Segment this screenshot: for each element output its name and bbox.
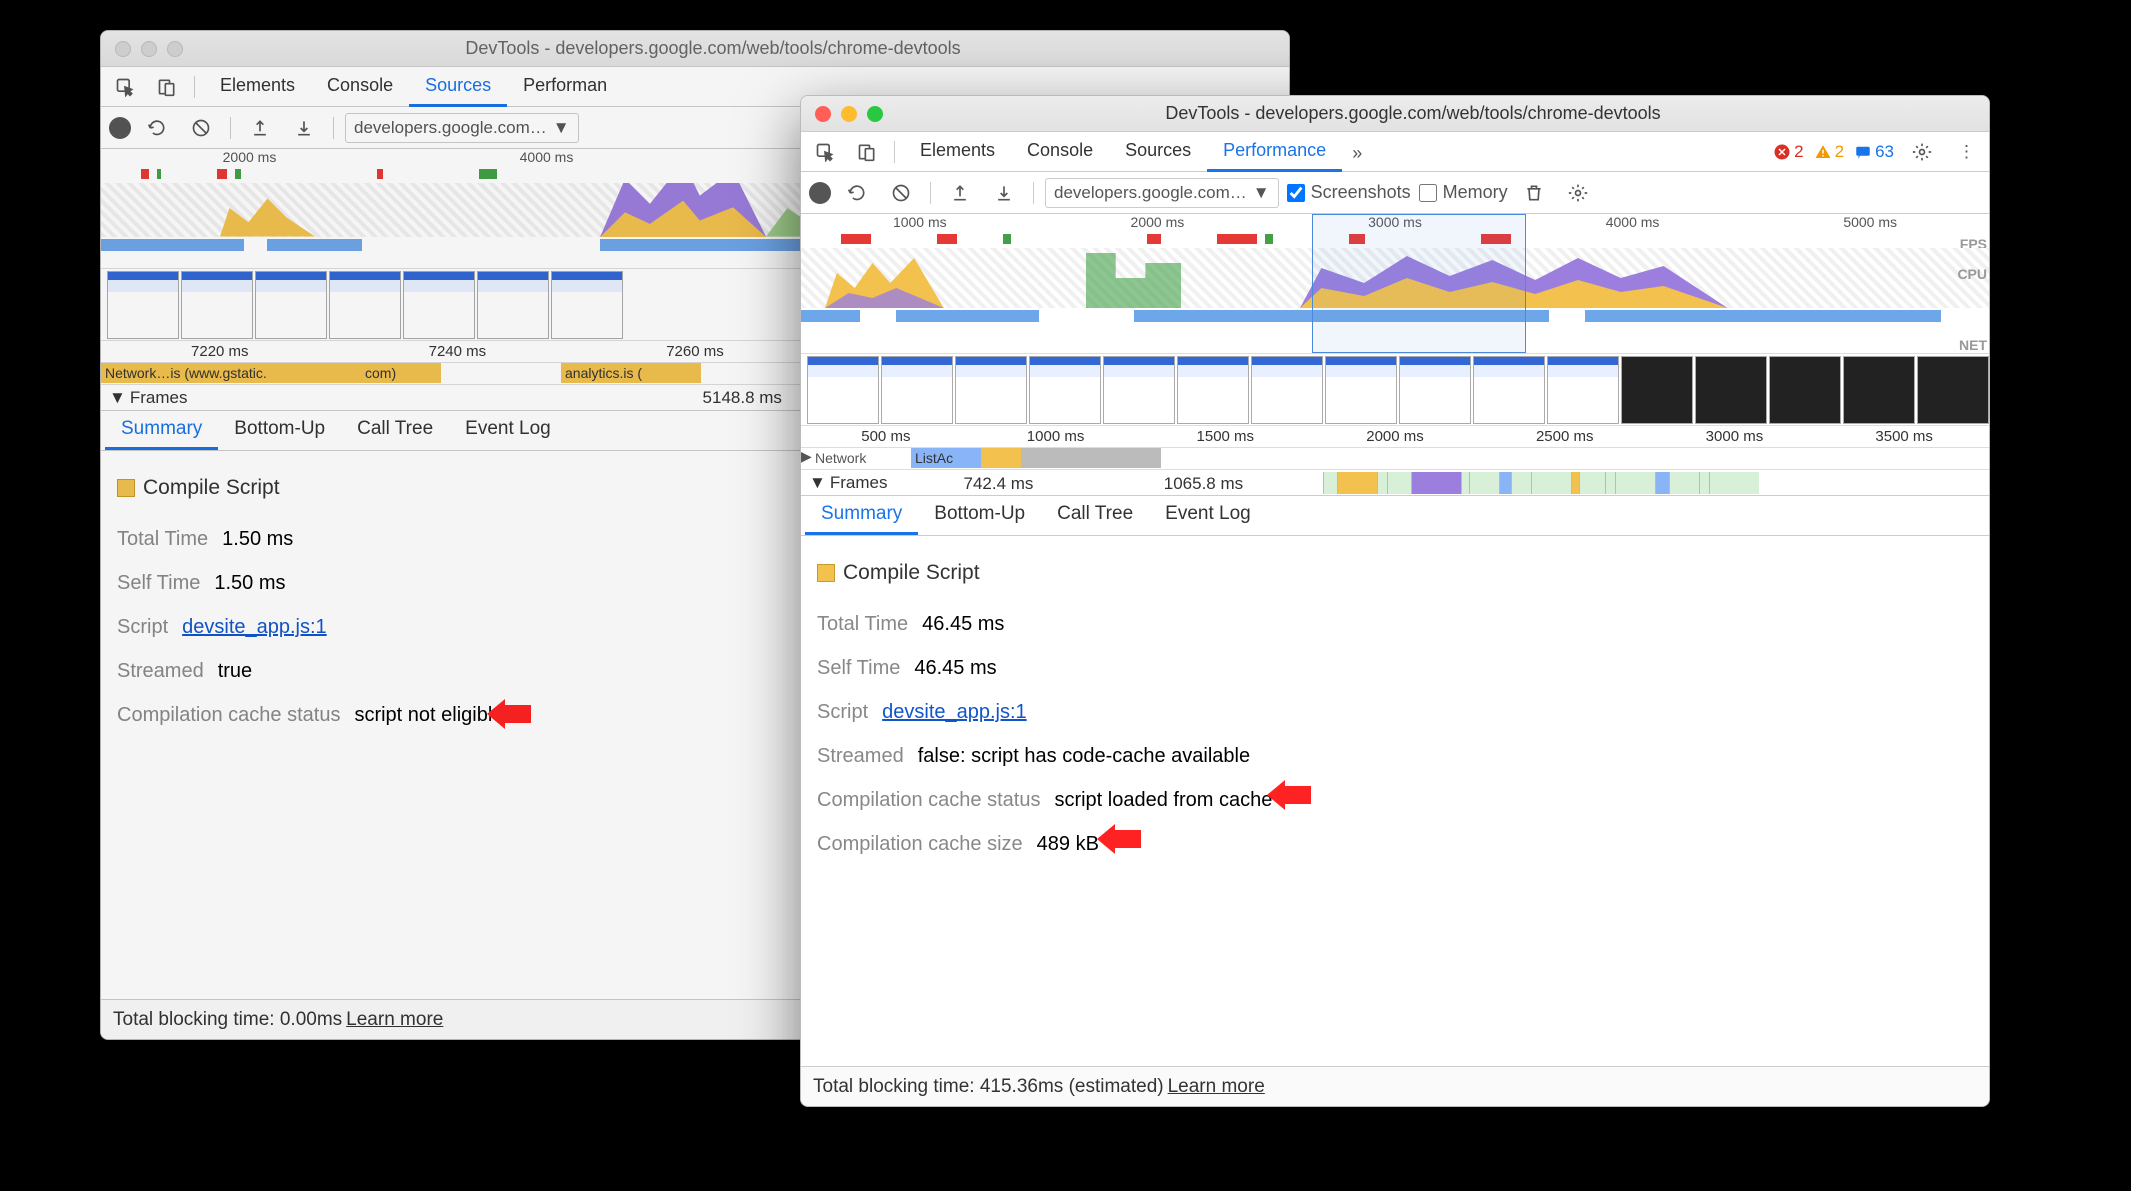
cpu-label: CPU: [1957, 266, 1987, 282]
flame-network-row[interactable]: ▶ Network ListAc: [801, 448, 1989, 470]
inspect-icon[interactable]: [807, 136, 843, 168]
learn-more-link[interactable]: Learn more: [346, 1009, 443, 1031]
gear-icon[interactable]: [1560, 177, 1596, 209]
window-title: DevTools - developers.google.com/web/too…: [197, 38, 1289, 59]
window-title: DevTools - developers.google.com/web/too…: [897, 103, 1989, 124]
net-label: NET: [1959, 337, 1987, 353]
recording-selector[interactable]: developers.google.com… ▼: [1045, 178, 1279, 208]
tab-performance[interactable]: Performance: [1207, 130, 1342, 172]
dtab-bottomup[interactable]: Bottom-Up: [918, 495, 1041, 535]
messages-badge: 63: [1854, 142, 1894, 162]
detail-ruler: 500 ms1000 ms1500 ms2000 ms2500 ms3000 m…: [801, 426, 1989, 448]
screenshot-thumbnails[interactable]: [801, 354, 1989, 426]
dtab-summary[interactable]: Summary: [805, 495, 918, 535]
main-toolbar: Elements Console Sources Performance » 2…: [801, 132, 1989, 172]
download-icon[interactable]: [286, 112, 322, 144]
chevron-down-icon: ▼: [1253, 183, 1270, 203]
learn-more-link[interactable]: Learn more: [1168, 1076, 1265, 1098]
reload-icon[interactable]: [839, 177, 875, 209]
download-icon[interactable]: [986, 177, 1022, 209]
tab-elements[interactable]: Elements: [204, 65, 311, 107]
script-link[interactable]: devsite_app.js:1: [182, 616, 327, 638]
recording-selector[interactable]: developers.google.com… ▼: [345, 113, 579, 143]
dtab-calltree[interactable]: Call Tree: [1041, 495, 1149, 535]
devtools-window-front: DevTools - developers.google.com/web/too…: [800, 95, 1990, 1107]
warning-badge: 2: [1814, 142, 1844, 162]
clear-icon[interactable]: [883, 177, 919, 209]
dtab-summary[interactable]: Summary: [105, 410, 218, 450]
chevron-down-icon: ▼: [809, 473, 826, 493]
tab-performance[interactable]: Performan: [507, 65, 623, 107]
detail-tabs: Summary Bottom-Up Call Tree Event Log: [801, 496, 1989, 536]
kebab-icon[interactable]: ⋮: [1950, 136, 1983, 168]
gear-icon[interactable]: [1904, 136, 1940, 168]
dtab-eventlog[interactable]: Event Log: [1149, 495, 1267, 535]
clear-icon[interactable]: [183, 112, 219, 144]
script-link[interactable]: devsite_app.js:1: [882, 701, 1027, 723]
record-icon[interactable]: [809, 182, 831, 204]
memory-checkbox[interactable]: Memory: [1419, 182, 1508, 203]
panel-tabs: Elements Console Sources Performan: [204, 67, 623, 107]
annotation-arrow-icon: [1097, 824, 1141, 854]
annotation-arrow-icon: [1267, 780, 1311, 810]
tab-sources[interactable]: Sources: [1109, 130, 1207, 172]
upload-icon[interactable]: [942, 177, 978, 209]
dtab-bottomup[interactable]: Bottom-Up: [218, 410, 341, 450]
tab-elements[interactable]: Elements: [904, 130, 1011, 172]
traffic-lights: [101, 41, 197, 57]
error-badge: 2: [1773, 142, 1803, 162]
inspect-icon[interactable]: [107, 71, 143, 103]
tab-console[interactable]: Console: [1011, 130, 1109, 172]
minimize-icon[interactable]: [841, 106, 857, 122]
record-icon[interactable]: [109, 117, 131, 139]
summary-panel-front: Compile Script Total Time46.45 ms Self T…: [801, 536, 1989, 880]
tab-console[interactable]: Console: [311, 65, 409, 107]
minimize-icon[interactable]: [141, 41, 157, 57]
annotation-arrow-icon: [487, 699, 531, 729]
overview-front[interactable]: 1000 ms2000 ms3000 ms4000 ms5000 ms FPS …: [801, 214, 1989, 354]
upload-icon[interactable]: [242, 112, 278, 144]
chevron-down-icon: ▼: [553, 118, 570, 138]
close-icon[interactable]: [115, 41, 131, 57]
console-badges[interactable]: 2 2 63 ⋮: [1773, 136, 1983, 168]
perf-toolbar-front: developers.google.com… ▼ Screenshots Mem…: [801, 172, 1989, 214]
status-footer: Total blocking time: 415.36ms (estimated…: [801, 1066, 1989, 1106]
device-toggle-icon[interactable]: [149, 71, 185, 103]
dtab-calltree[interactable]: Call Tree: [341, 410, 449, 450]
trash-icon[interactable]: [1516, 177, 1552, 209]
panel-tabs: Elements Console Sources Performance »: [904, 132, 1372, 172]
device-toggle-icon[interactable]: [849, 136, 885, 168]
zoom-icon[interactable]: [867, 106, 883, 122]
titlebar-back: DevTools - developers.google.com/web/too…: [101, 31, 1289, 67]
overview-ruler: 1000 ms2000 ms3000 ms4000 ms5000 ms: [801, 214, 1989, 234]
more-tabs-icon[interactable]: »: [1342, 135, 1372, 172]
tab-sources[interactable]: Sources: [409, 65, 507, 107]
traffic-lights: [801, 106, 897, 122]
dtab-eventlog[interactable]: Event Log: [449, 410, 567, 450]
close-icon[interactable]: [815, 106, 831, 122]
zoom-icon[interactable]: [167, 41, 183, 57]
category-color-chip: [817, 564, 835, 582]
chevron-down-icon: ▼: [109, 388, 126, 408]
reload-icon[interactable]: [139, 112, 175, 144]
titlebar-front: DevTools - developers.google.com/web/too…: [801, 96, 1989, 132]
category-color-chip: [117, 479, 135, 497]
screenshots-checkbox[interactable]: Screenshots: [1287, 182, 1411, 203]
frames-row[interactable]: ▼Frames 742.4 ms 1065.8 ms: [801, 470, 1989, 496]
